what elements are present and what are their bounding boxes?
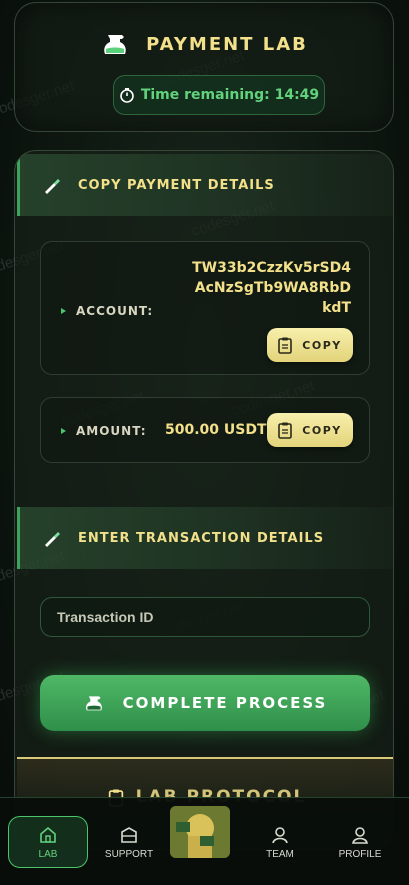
nav-label: SUPPORT — [104, 848, 154, 860]
pipette-icon — [45, 179, 60, 194]
bullet-icon — [61, 308, 66, 314]
complete-process-label: COMPLETE PROCESS — [122, 694, 328, 712]
copy-account-button[interactable]: COPY — [267, 328, 353, 362]
stopwatch-icon — [120, 88, 134, 103]
header-title-row: PAYMENT LAB — [15, 29, 393, 59]
nav-item-profile[interactable]: PROFILE — [320, 816, 400, 868]
transaction-id-input[interactable] — [40, 597, 370, 637]
support-icon — [121, 826, 137, 843]
pipette-icon — [45, 532, 60, 547]
nav-label: LAB — [38, 848, 58, 860]
clipboard-icon — [278, 337, 293, 354]
home-icon — [40, 826, 56, 843]
main-card: COPY PAYMENT DETAILS ACCOUNT: TW33b2CzzK… — [14, 150, 394, 850]
bottom-nav: LAB SUPPORT TEAM PROFILE — [0, 797, 409, 885]
timer-badge: Time remaining: 14:49 — [113, 75, 325, 115]
flask-icon — [104, 35, 126, 54]
logo-image — [170, 806, 230, 858]
timer-text: Time remaining: 14:49 — [140, 87, 320, 103]
amount-value: 500.00 USDT — [165, 422, 267, 438]
team-icon — [272, 826, 288, 843]
clipboard-icon — [278, 422, 293, 439]
copy-details-header: COPY PAYMENT DETAILS — [17, 154, 393, 216]
account-label: ACCOUNT: — [61, 304, 153, 318]
nav-item-team[interactable]: TEAM — [240, 816, 320, 868]
account-label-text: ACCOUNT: — [76, 304, 154, 318]
nav-item-support[interactable]: SUPPORT — [89, 816, 169, 868]
nav-label: TEAM — [266, 848, 294, 860]
nav-item-lab[interactable]: LAB — [8, 816, 88, 868]
section-title: ENTER TRANSACTION DETAILS — [78, 530, 325, 546]
amount-label: AMOUNT: — [61, 424, 147, 438]
copy-amount-button[interactable]: COPY — [267, 413, 353, 447]
bullet-icon — [61, 428, 66, 434]
nav-label: PROFILE — [338, 848, 382, 860]
amount-label-text: AMOUNT: — [76, 424, 147, 438]
copy-label: COPY — [302, 338, 342, 352]
complete-process-button[interactable]: COMPLETE PROCESS — [40, 675, 370, 731]
section-title: COPY PAYMENT DETAILS — [78, 177, 275, 193]
account-row: ACCOUNT: TW33b2CzzKv5rSD4AcNzSgTb9WA8RbD… — [40, 241, 370, 375]
breaking-bad-logo — [170, 806, 230, 858]
header-card: PAYMENT LAB Time remaining: 14:49 — [14, 2, 394, 132]
profile-icon — [352, 826, 368, 844]
transaction-details-header: ENTER TRANSACTION DETAILS — [17, 507, 393, 569]
page-title: PAYMENT LAB — [146, 33, 308, 55]
amount-row: AMOUNT: 500.00 USDT COPY — [40, 397, 370, 463]
flask-icon — [85, 696, 102, 711]
account-value: TW33b2CzzKv5rSD4AcNzSgTb9WA8RbDkdT — [192, 260, 351, 316]
copy-label: COPY — [302, 423, 342, 437]
